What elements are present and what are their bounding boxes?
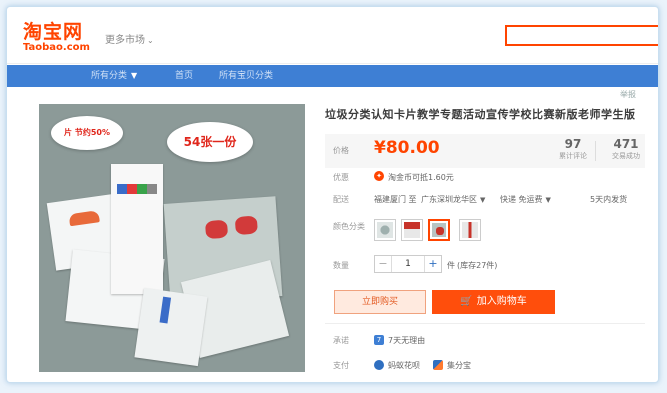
- report-link[interactable]: 举报: [620, 89, 636, 100]
- seven-day-icon: 7: [374, 335, 384, 345]
- payment-huabei[interactable]: 蚂蚁花呗: [388, 360, 420, 371]
- nav-item-all-categories[interactable]: 所有分类 ▼: [91, 65, 137, 87]
- browser-frame: 淘宝网 Taobao.com 更多市场 ⌄ 所有分类 ▼ 首页 所有宝贝分类 举报: [6, 6, 659, 383]
- qty-increase-button[interactable]: +: [424, 256, 441, 272]
- sku-option-1[interactable]: [374, 219, 396, 241]
- shop-nav-bar: 所有分类 ▼ 首页 所有宝贝分类: [7, 65, 658, 87]
- promise-text[interactable]: 7天无理由: [388, 335, 425, 346]
- image-bubble-large: 54张一份: [167, 122, 253, 162]
- stat-transactions-count: 471: [613, 137, 639, 151]
- promise-label: 承诺: [333, 336, 349, 345]
- image-bubble-small: 片 节约50%: [51, 116, 123, 150]
- shipping-method-label: 快递 免运费: [500, 195, 543, 204]
- stat-transactions[interactable]: 471 交易成功: [601, 137, 651, 161]
- promo-label: 优惠: [333, 173, 349, 182]
- stat-reviews-count: 97: [564, 137, 582, 151]
- stat-reviews-label: 累计评论: [559, 152, 587, 160]
- huabei-icon: [374, 360, 384, 370]
- taobao-logo[interactable]: 淘宝网 Taobao.com: [23, 22, 93, 60]
- image-card: [134, 287, 208, 367]
- image-card: [111, 164, 163, 294]
- qty-decrease-button[interactable]: −: [375, 256, 392, 272]
- jifenbao-icon: [433, 360, 443, 370]
- stat-reviews[interactable]: 97 累计评论: [548, 137, 598, 161]
- add-to-cart-label: 加入购物车: [476, 296, 527, 307]
- price-panel: 价格 ¥80.00 97 累计评论 471 交易成功: [325, 134, 645, 168]
- price-value: ¥80.00: [374, 138, 440, 158]
- sku-thumb: [377, 222, 393, 238]
- stat-transactions-label: 交易成功: [612, 152, 640, 160]
- bubble-large-text: 54张一份: [183, 135, 237, 149]
- stock-count: (库存27件): [457, 261, 498, 270]
- shipping-from: 福建厦门 至: [374, 195, 417, 204]
- product-main-image[interactable]: 片 节约50% 54张一份: [39, 104, 305, 372]
- nav-item-category[interactable]: 所有宝贝分类: [219, 65, 273, 87]
- bubble-small-text: 片 节约50%: [64, 128, 110, 137]
- sku-label: 颜色分类: [333, 222, 365, 231]
- chevron-down-icon: ▼: [545, 196, 551, 204]
- nav-item-home[interactable]: 首页: [175, 65, 193, 87]
- coin-icon: ✦: [374, 171, 384, 181]
- shipping-method[interactable]: 快递 免运费 ▼: [500, 194, 551, 205]
- market-dropdown-label: 更多市场: [105, 35, 145, 46]
- buy-now-button[interactable]: 立即购买: [334, 290, 426, 314]
- shipping-destination-label: 广东深圳龙华区: [421, 195, 477, 204]
- chevron-down-icon: ⌄: [147, 36, 154, 45]
- cart-icon: 🛒: [460, 296, 473, 307]
- shipping-label: 配送: [333, 195, 349, 204]
- header-divider: [7, 63, 658, 64]
- qty-unit: 件: [447, 261, 455, 270]
- sku-thumb: [404, 222, 420, 238]
- sku-option-4[interactable]: [459, 219, 481, 241]
- logo-en-text: Taobao.com: [23, 42, 90, 53]
- nav-item-label: 首页: [175, 71, 194, 81]
- shipping-destination-select[interactable]: 广东深圳龙华区 ▼: [421, 194, 485, 205]
- product-title: 垃圾分类认知卡片教学专题活动宣传学校比赛新版老师学生版: [325, 108, 636, 121]
- shipping-time: 5天内发货: [590, 195, 628, 204]
- promo-text: 淘金币可抵1.60元: [388, 173, 454, 182]
- qty-input[interactable]: 1: [391, 256, 425, 272]
- caret-down-icon: ▼: [131, 71, 138, 80]
- qty-label: 数量: [333, 261, 349, 270]
- payment-jifenbao[interactable]: 集分宝: [447, 360, 471, 371]
- section-divider: [325, 323, 645, 324]
- sku-thumb: [432, 223, 446, 237]
- sku-thumb: [462, 222, 478, 238]
- nav-item-label: 所有分类: [91, 71, 128, 81]
- stat-divider: [595, 141, 596, 161]
- nav-item-label: 所有宝贝分类: [219, 71, 274, 81]
- market-dropdown[interactable]: 更多市场 ⌄: [105, 31, 154, 46]
- payment-label: 支付: [333, 361, 349, 370]
- logo-cn-text: 淘宝网: [23, 21, 84, 43]
- search-input[interactable]: [505, 25, 658, 46]
- price-label: 价格: [333, 146, 349, 155]
- sku-option-2[interactable]: [401, 219, 423, 241]
- sku-option-3[interactable]: [428, 219, 450, 241]
- quantity-stepper: − 1 +: [374, 255, 442, 273]
- add-to-cart-button[interactable]: 🛒 加入购物车: [432, 290, 555, 314]
- chevron-down-icon: ▼: [480, 196, 486, 204]
